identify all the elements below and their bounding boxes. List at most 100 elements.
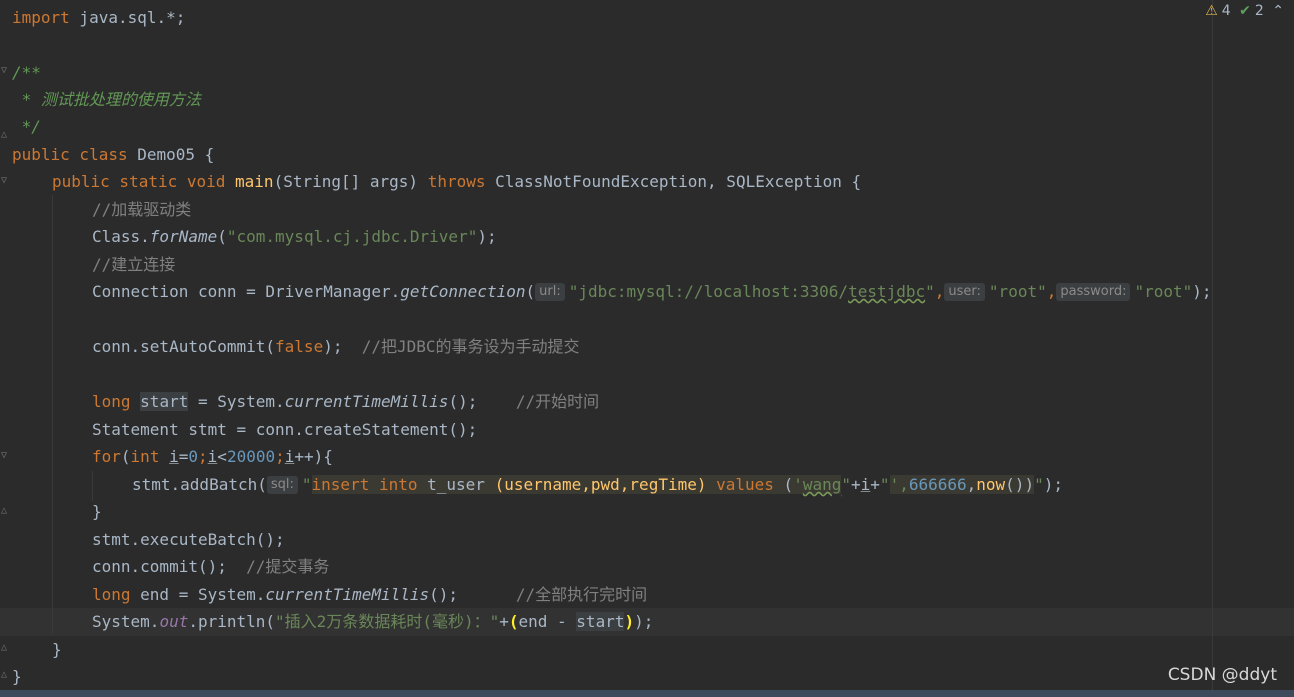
code-text: ); bbox=[634, 612, 654, 631]
keyword: int bbox=[130, 447, 160, 466]
method-call: currentTimeMillis bbox=[284, 392, 449, 411]
right-margin-guide bbox=[1212, 0, 1213, 690]
fold-toggle-icon[interactable]: ▽ bbox=[1, 176, 10, 186]
keyword: import bbox=[12, 8, 70, 27]
punctuation: , bbox=[934, 282, 945, 301]
punctuation: ; bbox=[275, 447, 285, 466]
code-line[interactable]: public static void main(String[] args) t… bbox=[52, 168, 861, 195]
code-text: ++){ bbox=[294, 447, 333, 466]
indent-guide bbox=[52, 195, 53, 635]
highlighted-variable: start bbox=[576, 612, 625, 631]
comment: //开始时间 bbox=[477, 392, 600, 411]
code-text: + bbox=[870, 475, 880, 494]
parameter-hint: user: bbox=[944, 283, 985, 301]
warning-icon[interactable]: ⚠ bbox=[1205, 3, 1218, 19]
loop-variable: i bbox=[169, 447, 179, 466]
string-quote: " bbox=[879, 475, 890, 494]
string-part: testjdbc bbox=[848, 282, 926, 301]
number-literal: 0 bbox=[188, 447, 199, 466]
code-line[interactable]: conn.setAutoCommit(false); //把JDBC的事务设为手… bbox=[92, 333, 580, 360]
string-part: " bbox=[925, 282, 935, 301]
injected-sql: insert into t_user (username,pwd,regTime… bbox=[311, 475, 842, 494]
code-text: Class. bbox=[92, 227, 150, 246]
typo-count[interactable]: 2 bbox=[1255, 3, 1264, 19]
string-literal: "root" bbox=[1134, 282, 1193, 301]
code-line[interactable]: stmt.executeBatch(); bbox=[92, 526, 285, 553]
code-text: (String[] args) bbox=[273, 172, 428, 191]
code-line[interactable]: } bbox=[92, 498, 102, 525]
fold-toggle-icon[interactable]: △ bbox=[1, 130, 10, 140]
code-text: ( bbox=[525, 282, 536, 301]
code-text: } bbox=[52, 640, 62, 659]
keyword: public static void bbox=[52, 172, 226, 191]
code-line[interactable]: conn.commit(); //提交事务 bbox=[92, 553, 329, 580]
code-line[interactable]: /** bbox=[12, 59, 41, 86]
code-text: = bbox=[178, 447, 189, 466]
keyword: throws bbox=[427, 172, 486, 191]
loop-variable: i bbox=[860, 475, 871, 494]
comment: //建立连接 bbox=[92, 255, 176, 274]
keyword: public class bbox=[12, 145, 128, 164]
code-line[interactable]: stmt.addBatch(sql: " insert into t_user (u… bbox=[132, 471, 1063, 498]
code-text: (); bbox=[448, 392, 478, 411]
fold-toggle-icon[interactable]: △ bbox=[1, 643, 10, 653]
code-text: = System. bbox=[188, 392, 285, 411]
code-text: java.sql.*; bbox=[69, 8, 186, 27]
parameter-hint: sql: bbox=[266, 476, 298, 494]
string-quote: " bbox=[1034, 475, 1044, 494]
indent-guide bbox=[92, 471, 93, 501]
code-line[interactable]: Connection conn = DriverManager.getConne… bbox=[92, 278, 1212, 305]
fold-toggle-icon[interactable]: △ bbox=[1, 670, 10, 680]
code-line[interactable]: long start = System.currentTimeMillis();… bbox=[92, 388, 599, 415]
code-text: conn.commit(); bbox=[92, 557, 227, 576]
code-line[interactable]: Statement stmt = conn.createStatement(); bbox=[92, 416, 477, 443]
fold-toggle-icon[interactable]: ▽ bbox=[1, 66, 10, 76]
code-line[interactable]: for(int i=0;i<20000;i++){ bbox=[92, 443, 333, 470]
inspection-widget[interactable]: ⚠ 4 ✔ 2 ⌃ bbox=[1201, 3, 1284, 21]
code-line[interactable]: System.out.println("插入2万条数据耗时(毫秒)："+(end… bbox=[92, 608, 653, 635]
injected-sql: ',666666,now()) bbox=[889, 475, 1035, 494]
string-literal: "root" bbox=[988, 282, 1047, 301]
comment: //把JDBC的事务设为手动提交 bbox=[342, 337, 580, 356]
code-line[interactable]: import java.sql.*; bbox=[12, 4, 185, 31]
doc-comment: * 测试批处理的使用方法 bbox=[12, 90, 201, 109]
code-line[interactable]: public class Demo05 { bbox=[12, 141, 214, 168]
punctuation: ; bbox=[198, 447, 208, 466]
warning-count[interactable]: 4 bbox=[1222, 3, 1231, 19]
sql-number: 666666 bbox=[908, 475, 967, 494]
fold-toggle-icon[interactable]: ▽ bbox=[1, 451, 10, 461]
chevron-up-icon[interactable]: ⌃ bbox=[1272, 3, 1284, 19]
code-line[interactable]: Class.forName("com.mysql.cj.jdbc.Driver"… bbox=[92, 223, 497, 250]
code-text: < bbox=[217, 447, 227, 466]
sql-text: ()) bbox=[1005, 475, 1035, 494]
sql-text: , bbox=[966, 475, 977, 494]
code-text: .println( bbox=[188, 612, 276, 631]
comment: //加载驱动类 bbox=[92, 200, 192, 219]
code-line[interactable]: //建立连接 bbox=[92, 251, 175, 278]
code-text: (); bbox=[429, 585, 459, 604]
doc-comment: /** bbox=[12, 63, 41, 82]
code-line[interactable]: long end = System.currentTimeMillis(); /… bbox=[92, 581, 647, 608]
typo-check-icon[interactable]: ✔ bbox=[1239, 3, 1251, 19]
code-line[interactable]: * 测试批处理的使用方法 bbox=[12, 86, 201, 113]
code-line[interactable]: } bbox=[52, 636, 62, 663]
gutter[interactable] bbox=[0, 0, 10, 697]
sql-function: now bbox=[976, 475, 1006, 494]
code-editor[interactable]: ▽ △ ▽ ▽ △ △ △ ⚠ 4 ✔ 2 ⌃ import java.sql.*;… bbox=[0, 0, 1294, 697]
method-call: currentTimeMillis bbox=[265, 585, 430, 604]
string-literal: "jdbc:mysql://localhost:3306/testjdbc" bbox=[569, 282, 935, 301]
code-text: end - bbox=[518, 612, 577, 631]
sql-string: ' bbox=[793, 475, 803, 494]
code-text: ( bbox=[217, 227, 227, 246]
code-text: ); bbox=[1192, 282, 1212, 301]
code-text: Connection conn = DriverManager. bbox=[92, 282, 401, 301]
fold-toggle-icon[interactable]: △ bbox=[1, 506, 10, 516]
code-text: stmt.addBatch( bbox=[132, 475, 267, 494]
sql-columns: (username,pwd,regTime) bbox=[494, 475, 707, 494]
comment: //全部执行完时间 bbox=[458, 585, 648, 604]
code-text: Statement stmt = conn.createStatement(); bbox=[92, 420, 478, 439]
code-line[interactable]: } bbox=[12, 663, 22, 690]
code-line[interactable]: */ bbox=[12, 113, 41, 140]
code-text: conn.setAutoCommit( bbox=[92, 337, 276, 356]
code-line[interactable]: //加载驱动类 bbox=[92, 196, 191, 223]
